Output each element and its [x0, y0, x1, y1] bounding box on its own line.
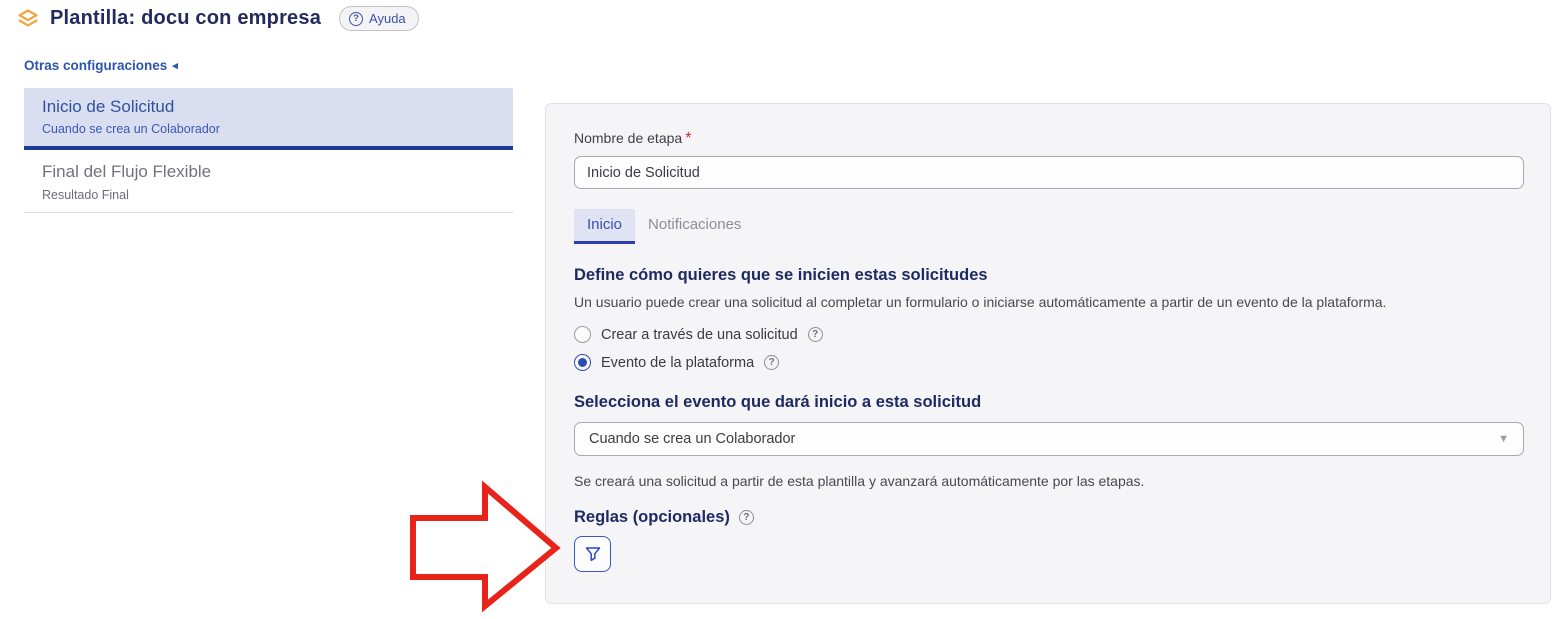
- start-section-description: Un usuario puede crear una solicitud al …: [574, 294, 1522, 310]
- question-circle-icon[interactable]: ?: [808, 327, 823, 342]
- radio-option-label: Evento de la plataforma: [601, 355, 754, 371]
- stage-title: Final del Flujo Flexible: [42, 162, 495, 182]
- event-select-value: Cuando se crea un Colaborador: [589, 431, 795, 447]
- stage-subtitle: Resultado Final: [42, 188, 495, 202]
- required-asterisk: *: [685, 130, 691, 147]
- help-button-label: Ayuda: [369, 11, 406, 26]
- start-section-heading: Define cómo quieres que se inicien estas…: [574, 266, 1522, 285]
- event-helper-text: Se creará una solicitud a partir de esta…: [574, 473, 1522, 489]
- chevron-down-icon: ▼: [1498, 433, 1509, 445]
- help-button[interactable]: ? Ayuda: [339, 6, 419, 31]
- add-rule-filter-button[interactable]: [574, 536, 611, 572]
- tab-notificaciones[interactable]: Notificaciones: [635, 209, 754, 244]
- event-select[interactable]: Cuando se crea un Colaborador ▼: [574, 422, 1524, 456]
- event-section-heading: Selecciona el evento que dará inicio a e…: [574, 393, 1522, 412]
- stage-title: Inicio de Solicitud: [42, 97, 495, 117]
- page-title: Plantilla: docu con empresa: [50, 7, 321, 30]
- question-circle-icon[interactable]: ?: [764, 355, 779, 370]
- stage-item-inicio-de-solicitud[interactable]: Inicio de Solicitud Cuando se crea un Co…: [24, 88, 513, 150]
- collapse-triangle-icon: ◂: [172, 59, 178, 72]
- rules-heading-row: Reglas (opcionales) ?: [574, 508, 1522, 527]
- stage-subtitle: Cuando se crea un Colaborador: [42, 122, 495, 136]
- stage-name-input[interactable]: [574, 156, 1524, 189]
- radio-option-crear-solicitud[interactable]: Crear a través de una solicitud ?: [574, 326, 1522, 343]
- filter-funnel-icon: [585, 546, 601, 562]
- start-mode-radio-group: Crear a través de una solicitud ? Evento…: [574, 326, 1522, 371]
- radio-unchecked-icon[interactable]: [574, 326, 591, 343]
- layers-icon: [16, 7, 40, 31]
- annotation-arrow-right: [406, 480, 562, 619]
- radio-option-evento-plataforma[interactable]: Evento de la plataforma ?: [574, 354, 1522, 371]
- other-configurations-link[interactable]: Otras configuraciones ◂: [24, 58, 178, 73]
- stage-config-panel: Nombre de etapa* Inicio Notificaciones D…: [545, 103, 1551, 604]
- stage-item-final-del-flujo[interactable]: Final del Flujo Flexible Resultado Final: [24, 150, 513, 213]
- radio-checked-icon[interactable]: [574, 354, 591, 371]
- rules-heading: Reglas (opcionales): [574, 508, 730, 527]
- tab-inicio[interactable]: Inicio: [574, 209, 635, 244]
- panel-tabs: Inicio Notificaciones: [574, 209, 1522, 244]
- other-configurations-label: Otras configuraciones: [24, 58, 167, 73]
- question-circle-icon: ?: [349, 12, 363, 26]
- stage-name-label-row: Nombre de etapa*: [574, 130, 1522, 148]
- radio-option-label: Crear a través de una solicitud: [601, 327, 798, 343]
- stage-list: Inicio de Solicitud Cuando se crea un Co…: [24, 88, 513, 213]
- page-header: Plantilla: docu con empresa ? Ayuda: [16, 6, 419, 31]
- question-circle-icon[interactable]: ?: [739, 510, 754, 525]
- stage-name-label: Nombre de etapa: [574, 130, 682, 146]
